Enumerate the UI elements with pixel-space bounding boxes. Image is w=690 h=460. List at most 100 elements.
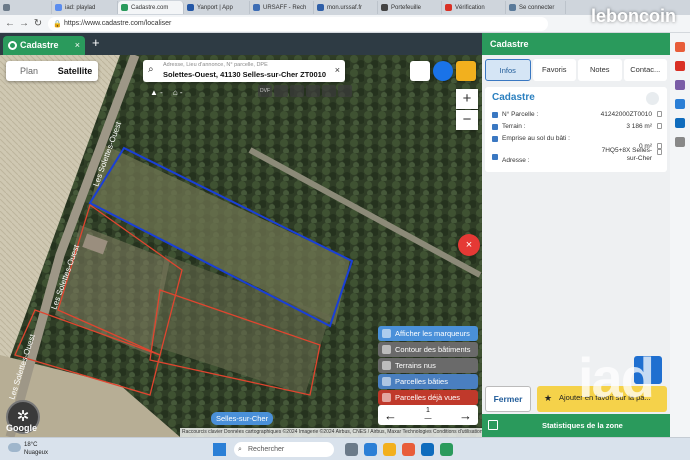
tree-icon <box>492 124 498 130</box>
cadastre-info-card: Cadastre N° Parcelle : 41242000ZT0010 Te… <box>485 87 667 172</box>
close-map-overlay-button[interactable]: × <box>458 234 480 256</box>
add-icon[interactable] <box>675 137 685 147</box>
location-pin-icon[interactable] <box>646 92 659 105</box>
layer-icon[interactable] <box>338 85 352 97</box>
card-title: Cadastre <box>492 92 535 103</box>
layer-icon[interactable] <box>322 85 336 97</box>
next-parcel-button[interactable]: → <box>459 408 472 423</box>
layer-toggle-label: Parcelles bâties <box>395 377 448 386</box>
dvf-layer-button[interactable]: DVF <box>258 85 272 97</box>
map-type-toggle: Plan Satellite <box>6 61 98 81</box>
prev-parcel-button[interactable]: ← <box>384 408 397 423</box>
layer-toggle-icon <box>382 329 391 338</box>
panel-tabs: Infos Favoris Notes Contac... <box>485 59 667 81</box>
reload-icon[interactable]: ↻ <box>32 18 44 30</box>
map-attribution[interactable]: Raccourcis clavier Données cartographiqu… <box>180 428 482 437</box>
parcel-page-number: 1 ― <box>424 407 432 422</box>
browser-address-bar: ← → ↻ 🔒 https://www.cadastre.com/localis… <box>0 15 690 33</box>
copy-icon[interactable] <box>657 149 662 155</box>
browser-tab-label: Yanport | App <box>197 4 233 11</box>
chrome-icon[interactable] <box>440 443 453 456</box>
tab-cadastre[interactable]: Cadastre × <box>3 36 85 55</box>
layer-toggle-item[interactable]: Contour des bâtiments <box>378 342 478 357</box>
browser-tab[interactable]: Yanport | App <box>184 1 250 14</box>
accessibility-icon[interactable] <box>410 61 430 81</box>
add-tab-button[interactable]: + <box>92 35 100 50</box>
layer-toggle-icon <box>382 345 391 354</box>
tab-notes[interactable]: Notes <box>578 59 622 81</box>
search-icon: ⌕ <box>148 64 154 75</box>
layer-toggle-item[interactable]: Parcelles bâties <box>378 374 478 389</box>
layer-icon[interactable] <box>290 85 304 97</box>
url-input[interactable]: 🔒 https://www.cadastre.com/localiser <box>48 17 548 31</box>
layer-toggle-label: Parcelles déjà vues <box>395 393 461 402</box>
street-view-pegman-icon[interactable] <box>456 61 476 81</box>
layer-toggle-item[interactable]: Parcelles déjà vues <box>378 390 478 405</box>
tag-icon <box>492 112 498 118</box>
browser-tab[interactable]: Vérification <box>442 1 506 14</box>
layer-toggle-item[interactable]: Afficher les marqueurs <box>378 326 478 341</box>
search-icon: ⌕ <box>238 446 242 453</box>
outlook-icon[interactable] <box>675 118 685 128</box>
layer-icon[interactable] <box>306 85 320 97</box>
star-icon: ★ <box>544 393 553 403</box>
flag-filter[interactable]: ▲ - <box>150 88 163 97</box>
store-icon[interactable] <box>421 443 434 456</box>
tab-contact[interactable]: Contac... <box>623 59 667 81</box>
tab-favicon-icon <box>187 4 194 11</box>
cadastre-logo-icon <box>8 41 17 50</box>
browser-tab-label: iad: playlad <box>65 4 96 11</box>
tab-favicon-icon <box>121 4 128 11</box>
back-icon[interactable]: ← <box>4 18 16 30</box>
building-icon <box>492 136 498 142</box>
forward-icon[interactable]: → <box>18 18 30 30</box>
browser-tab[interactable]: iad: playlad <box>52 1 118 14</box>
layer-toggle-icon <box>382 361 391 370</box>
tools-icon[interactable] <box>675 61 685 71</box>
windows-start-icon[interactable] <box>213 443 226 456</box>
map-view[interactable]: Les Solettes-Ouest Les Solettes-Ouest Le… <box>0 55 482 437</box>
home-filter[interactable]: ⌂ - <box>173 88 183 97</box>
edge-icon[interactable] <box>364 443 377 456</box>
layer-toggle-list: Afficher les marqueurs Contour des bâtime… <box>378 326 478 406</box>
m365-icon[interactable] <box>675 99 685 109</box>
place-label[interactable]: Selles-sur-Cher <box>211 412 274 425</box>
weather-widget[interactable]: 18°C Nuageux <box>8 441 48 457</box>
games-icon[interactable] <box>675 80 685 90</box>
browser-tab-label: mon.urssaf.fr <box>327 4 363 11</box>
zone-statistics-button[interactable]: Statistiques de la zone <box>482 414 670 437</box>
taskbar-search[interactable]: ⌕ Rechercher <box>234 442 334 457</box>
tab-close-icon[interactable]: × <box>75 36 80 55</box>
address-search-box[interactable]: ⌕ Adresse, Lieu d'annonce, N° parcelle, … <box>143 60 345 82</box>
browser-tab-label: Portefeuille <box>391 4 422 11</box>
zoom-in-button[interactable]: + <box>456 89 478 109</box>
browser-tab[interactable]: Cadastre.com <box>118 1 184 14</box>
windows-taskbar: 18°C Nuageux ⌕ Rechercher <box>0 437 690 460</box>
browser-tab[interactable]: URSAFF - Rech <box>250 1 314 14</box>
3d-view-icon[interactable] <box>433 61 453 81</box>
task-view-icon[interactable] <box>345 443 358 456</box>
copy-icon[interactable] <box>657 123 662 129</box>
shopping-icon[interactable] <box>675 42 685 52</box>
parcel-pager: ← 1 ― → <box>378 405 478 425</box>
layer-icon[interactable] <box>274 85 288 97</box>
tab-infos[interactable]: Infos <box>485 59 531 81</box>
tab-favicon-icon <box>445 4 452 11</box>
browser-tab[interactable]: Se connecter <box>506 1 566 14</box>
clear-search-icon[interactable]: × <box>335 65 340 75</box>
zoom-out-button[interactable]: − <box>456 110 478 130</box>
browser-tab[interactable]: Portefeuille <box>378 1 442 14</box>
tab-cadastre-label: Cadastre <box>20 40 59 50</box>
explorer-icon[interactable] <box>383 443 396 456</box>
close-button[interactable]: Fermer <box>485 386 531 412</box>
search-input[interactable]: Solettes-Ouest, 41130 Selles-sur-Cher ZT… <box>163 70 326 79</box>
tab-favoris[interactable]: Favoris <box>532 59 576 81</box>
layer-toggle-item[interactable]: Terrains nus <box>378 358 478 373</box>
browser-tab[interactable] <box>0 1 52 14</box>
plan-toggle[interactable]: Plan <box>6 61 52 81</box>
layer-toggle-label: Afficher les marqueurs <box>395 329 470 338</box>
copy-icon[interactable] <box>657 111 662 117</box>
office-icon[interactable] <box>402 443 415 456</box>
satellite-toggle[interactable]: Satellite <box>52 61 98 81</box>
browser-tab[interactable]: mon.urssaf.fr <box>314 1 378 14</box>
